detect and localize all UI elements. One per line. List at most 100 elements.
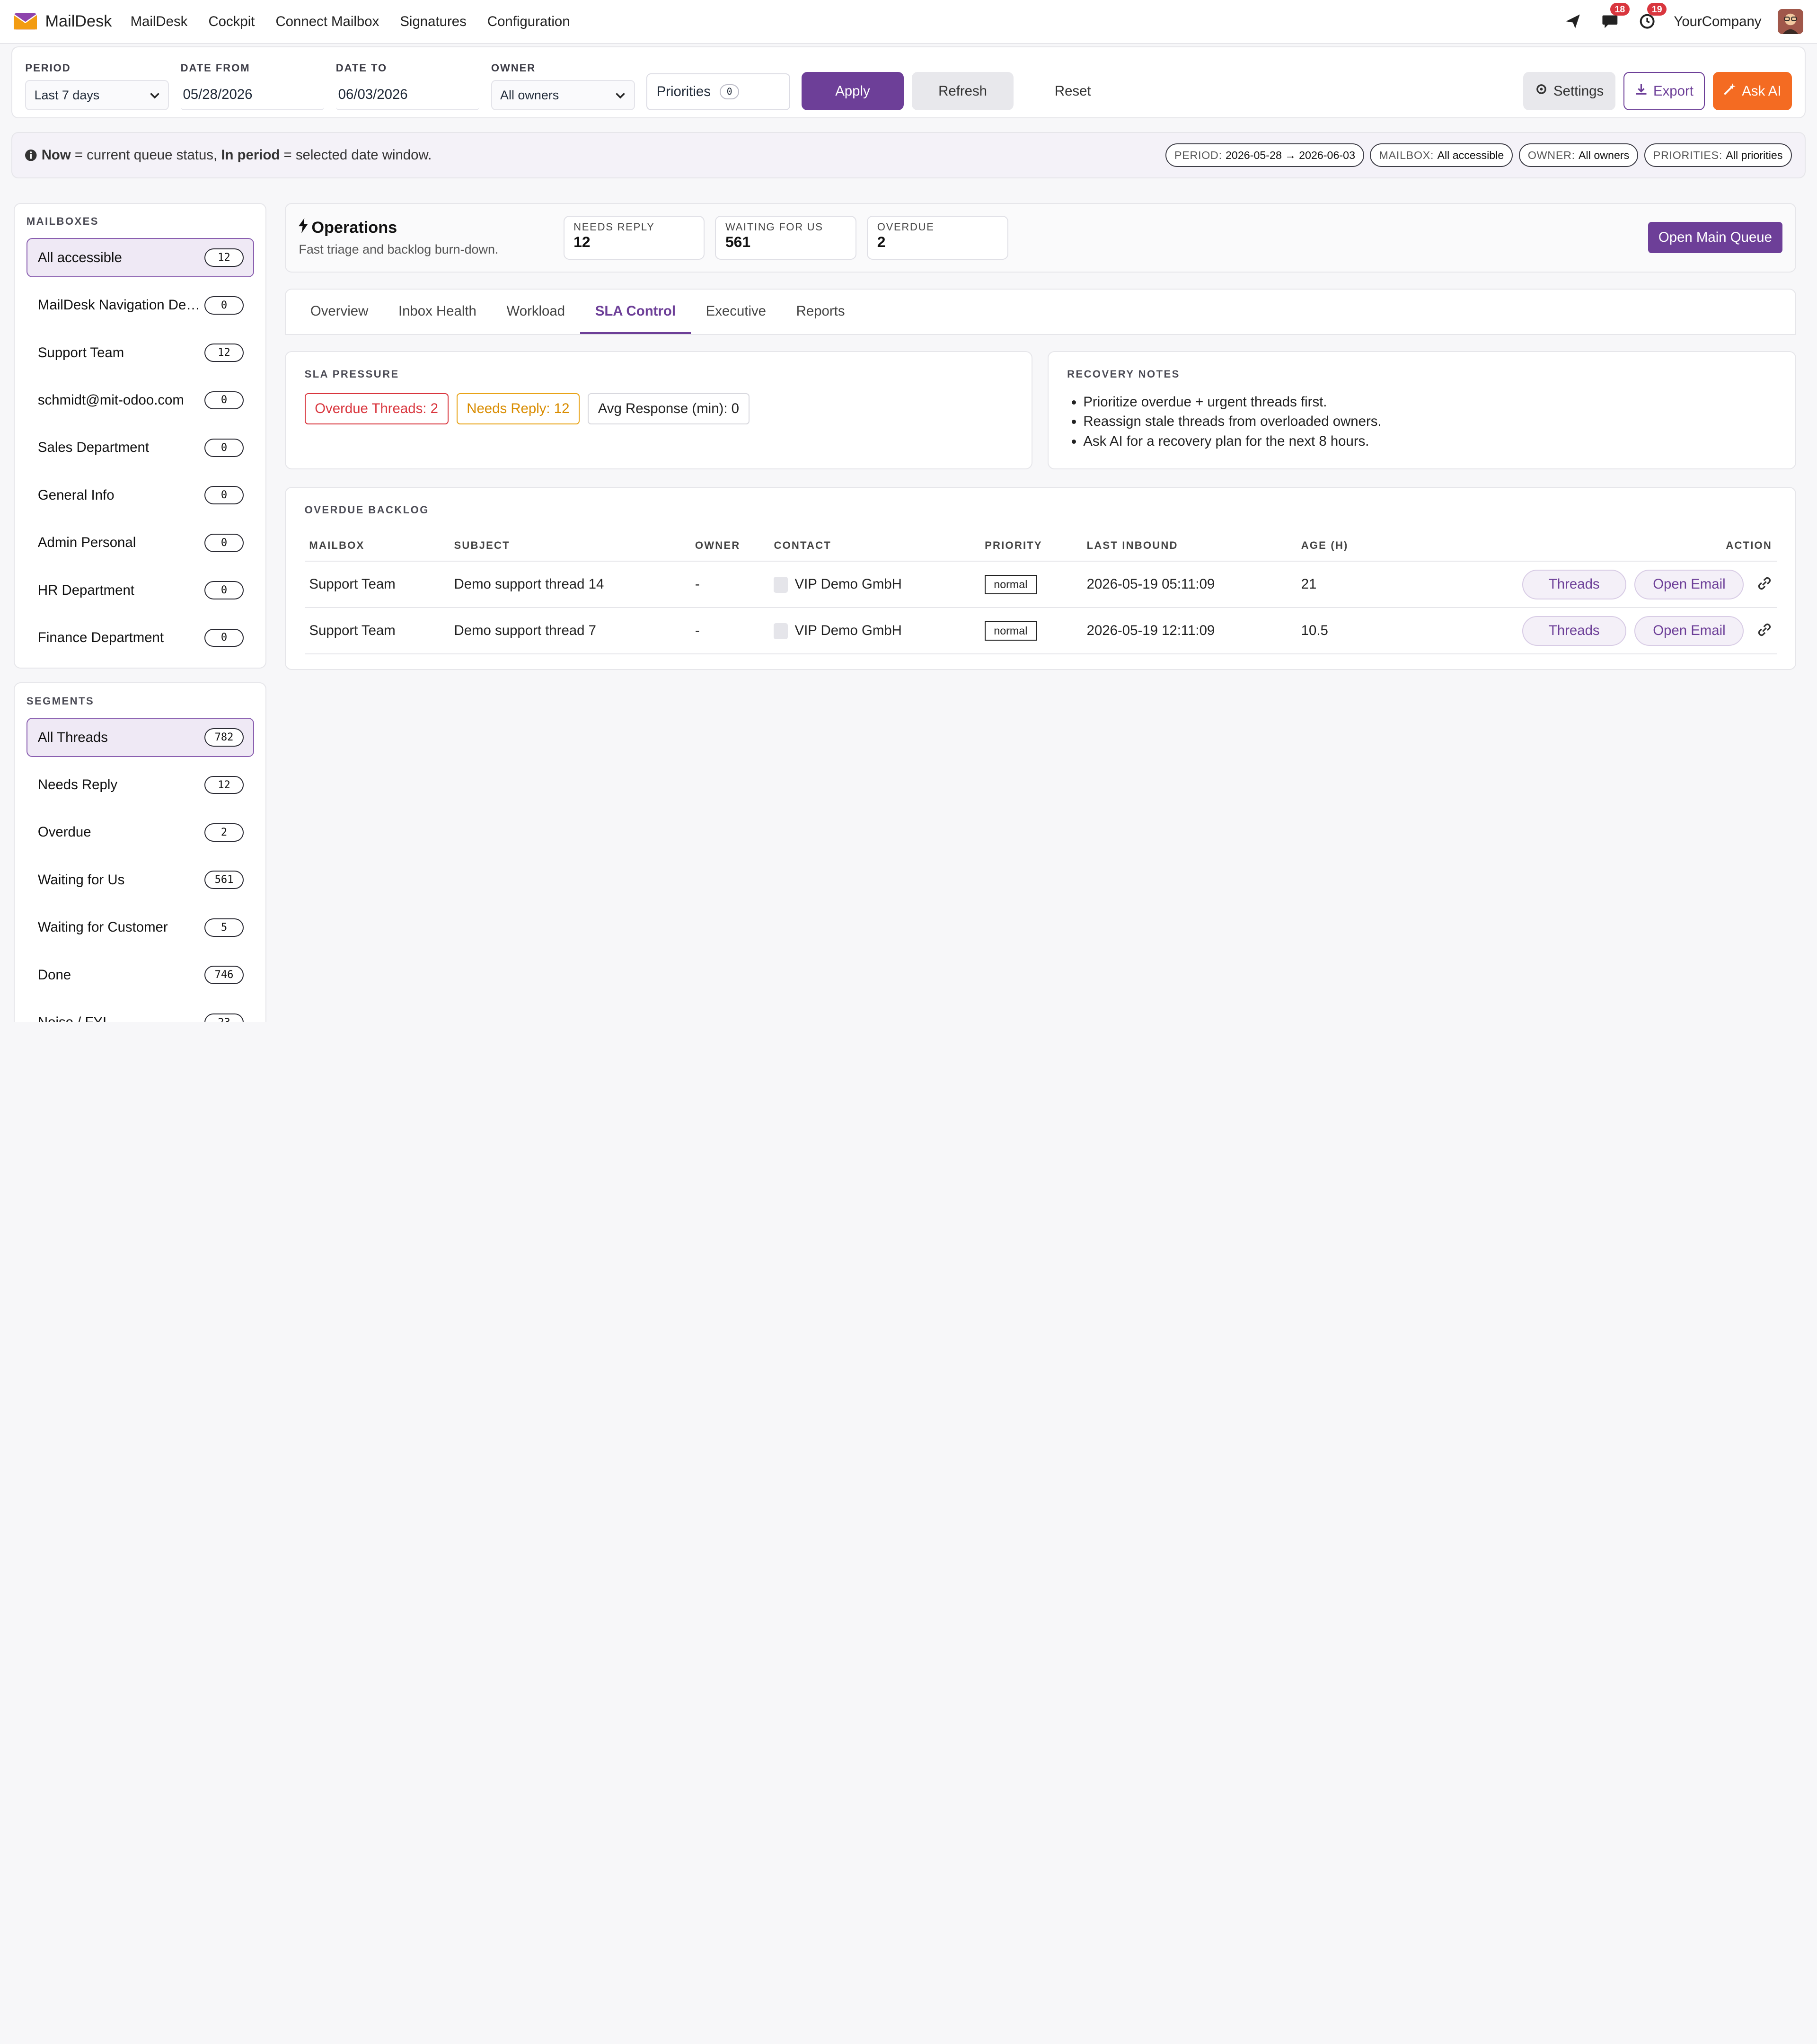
date-to-input[interactable]: 06/03/2026 bbox=[335, 80, 480, 111]
cell-owner: - bbox=[690, 561, 769, 608]
mailbox-label: MailDesk Navigation Demo bbox=[37, 297, 203, 313]
kpi-needs-reply: NEEDS REPLY 12 bbox=[563, 215, 705, 260]
chip-value: All accessible bbox=[1437, 149, 1504, 161]
table-header-row: MAILBOX SUBJECT OWNER CONTACT PRIORITY L… bbox=[304, 532, 1777, 562]
open-email-button[interactable]: Open Email bbox=[1634, 569, 1744, 600]
chip-value: 2026-05-28 → 2026-06-03 bbox=[1225, 149, 1356, 161]
cell-subject: Demo support thread 7 bbox=[449, 608, 691, 655]
mailbox-item[interactable]: MailDesk Navigation Demo 0 bbox=[26, 285, 254, 325]
sla-overdue-value: 2 bbox=[430, 401, 438, 417]
tab-reports[interactable]: Reports bbox=[781, 303, 860, 334]
priorities-filter[interactable]: Priorities 0 bbox=[646, 73, 790, 111]
nav-item-cockpit[interactable]: Cockpit bbox=[208, 14, 255, 30]
kpi-label: WAITING FOR US bbox=[725, 221, 823, 233]
apply-button[interactable]: Apply bbox=[802, 72, 904, 111]
segment-count: 2 bbox=[204, 823, 244, 842]
col-age: AGE (H) bbox=[1296, 532, 1412, 562]
segment-item[interactable]: Needs Reply 12 bbox=[26, 765, 254, 804]
period-select[interactable]: Last 7 days bbox=[25, 80, 169, 111]
mailbox-item[interactable]: schmidt@mit-odoo.com 0 bbox=[26, 380, 254, 420]
open-main-queue-button[interactable]: Open Main Queue bbox=[1648, 221, 1782, 254]
ask-ai-label: Ask AI bbox=[1742, 83, 1782, 99]
user-avatar[interactable] bbox=[1777, 9, 1803, 35]
download-icon bbox=[1635, 83, 1648, 99]
nav-item-maildesk[interactable]: MailDesk bbox=[131, 14, 188, 30]
chat-icon[interactable]: 18 bbox=[1600, 3, 1630, 32]
chip-key: OWNER: bbox=[1527, 149, 1575, 161]
date-from-filter: DATE FROM 05/28/2026 bbox=[180, 62, 325, 111]
tab-overview[interactable]: Overview bbox=[295, 303, 383, 334]
tab-inbox-health[interactable]: Inbox Health bbox=[383, 303, 492, 334]
export-button[interactable]: Export bbox=[1623, 72, 1705, 111]
segment-count: 12 bbox=[204, 775, 244, 794]
segment-item[interactable]: Waiting for Us 561 bbox=[26, 860, 254, 899]
tab-sla-control[interactable]: SLA Control bbox=[580, 303, 691, 334]
col-subject: SUBJECT bbox=[449, 532, 691, 562]
mailbox-item[interactable]: Admin Personal 0 bbox=[26, 523, 254, 563]
segment-item[interactable]: Done 746 bbox=[26, 955, 254, 995]
mailbox-count: 0 bbox=[204, 438, 244, 457]
sla-overdue-threads: Overdue Threads: 2 bbox=[304, 393, 449, 425]
reset-button[interactable]: Reset bbox=[1022, 72, 1124, 111]
mailbox-item[interactable]: General Info 0 bbox=[26, 476, 254, 515]
company-switcher[interactable]: YourCompany bbox=[1674, 14, 1761, 30]
link-icon[interactable] bbox=[1757, 576, 1772, 595]
sla-metrics: Overdue Threads: 2 Needs Reply: 12 Avg R… bbox=[304, 393, 1013, 425]
segment-count: 5 bbox=[204, 918, 244, 937]
segment-item[interactable]: Noise / FYI 23 bbox=[26, 1003, 254, 1022]
refresh-button[interactable]: Refresh bbox=[911, 72, 1014, 111]
magic-wand-icon bbox=[1723, 83, 1736, 99]
sla-pressure-card: SLA PRESSURE Overdue Threads: 2 Needs Re… bbox=[285, 351, 1033, 469]
mailbox-item[interactable]: Sales Department 0 bbox=[26, 428, 254, 467]
cell-priority: normal bbox=[980, 561, 1082, 608]
overdue-backlog-card: OVERDUE BACKLOG MAILBOX SUBJECT OWNER CO… bbox=[285, 486, 1796, 670]
date-from-input[interactable]: 05/28/2026 bbox=[180, 80, 325, 111]
mailbox-count: 0 bbox=[204, 296, 244, 315]
cell-last-inbound: 2026-05-19 12:11:09 bbox=[1082, 608, 1297, 655]
mailbox-item[interactable]: HR Department 0 bbox=[26, 571, 254, 610]
owner-select[interactable]: All owners bbox=[491, 80, 635, 111]
settings-button[interactable]: Settings bbox=[1523, 72, 1615, 111]
segment-item[interactable]: Overdue 2 bbox=[26, 813, 254, 852]
mailbox-item[interactable]: Support Team 12 bbox=[26, 333, 254, 372]
tab-workload[interactable]: Workload bbox=[492, 303, 580, 334]
nav-right: 18 19 YourCompany bbox=[1562, 3, 1803, 35]
ask-ai-button[interactable]: Ask AI bbox=[1713, 72, 1792, 111]
contact-name[interactable]: VIP Demo GmbH bbox=[795, 576, 902, 592]
nav-item-connect-mailbox[interactable]: Connect Mailbox bbox=[275, 14, 379, 30]
send-icon[interactable] bbox=[1562, 11, 1583, 32]
nav-item-signatures[interactable]: Signatures bbox=[400, 14, 466, 30]
segment-label: Waiting for Customer bbox=[37, 919, 168, 935]
cell-mailbox: Support Team bbox=[304, 561, 450, 608]
segment-item[interactable]: All Threads 782 bbox=[26, 717, 254, 758]
owner-value: All owners bbox=[500, 88, 559, 102]
top-navbar: MailDesk MailDesk Cockpit Connect Mailbo… bbox=[0, 0, 1817, 44]
cell-last-inbound: 2026-05-19 05:11:09 bbox=[1082, 561, 1297, 608]
app-page: MailDesk MailDesk Cockpit Connect Mailbo… bbox=[0, 0, 1817, 1022]
threads-button[interactable]: Threads bbox=[1522, 569, 1626, 600]
period-value: Last 7 days bbox=[34, 88, 100, 102]
segment-item[interactable]: Waiting for Customer 5 bbox=[26, 908, 254, 947]
settings-label: Settings bbox=[1553, 83, 1604, 99]
tab-executive[interactable]: Executive bbox=[691, 303, 781, 334]
mailbox-item[interactable]: Finance Department 0 bbox=[26, 618, 254, 657]
open-email-button[interactable]: Open Email bbox=[1634, 616, 1744, 646]
link-icon[interactable] bbox=[1757, 622, 1772, 641]
nav-item-configuration[interactable]: Configuration bbox=[487, 14, 570, 30]
chevron-down-icon bbox=[615, 88, 626, 103]
recovery-note: Ask AI for a recovery plan for the next … bbox=[1083, 432, 1776, 451]
chip-mailbox: MAILBOX: All accessible bbox=[1370, 143, 1513, 167]
threads-button[interactable]: Threads bbox=[1522, 616, 1626, 646]
mailbox-count: 0 bbox=[204, 628, 244, 647]
mailbox-count: 12 bbox=[204, 344, 244, 362]
brand[interactable]: MailDesk bbox=[13, 12, 112, 31]
mailbox-item[interactable]: All accessible 12 bbox=[26, 238, 254, 278]
contact-name[interactable]: VIP Demo GmbH bbox=[795, 623, 902, 638]
recovery-notes-list: Prioritize overdue + urgent threads firs… bbox=[1067, 392, 1777, 451]
info-bar: Now = current queue status, In period = … bbox=[11, 132, 1806, 179]
chip-key: MAILBOX: bbox=[1379, 149, 1434, 161]
activity-clock-icon[interactable]: 19 bbox=[1637, 3, 1667, 32]
priority-tag: normal bbox=[985, 574, 1037, 594]
overdue-backlog-title: OVERDUE BACKLOG bbox=[304, 503, 429, 516]
kpi-label: OVERDUE bbox=[877, 221, 935, 233]
